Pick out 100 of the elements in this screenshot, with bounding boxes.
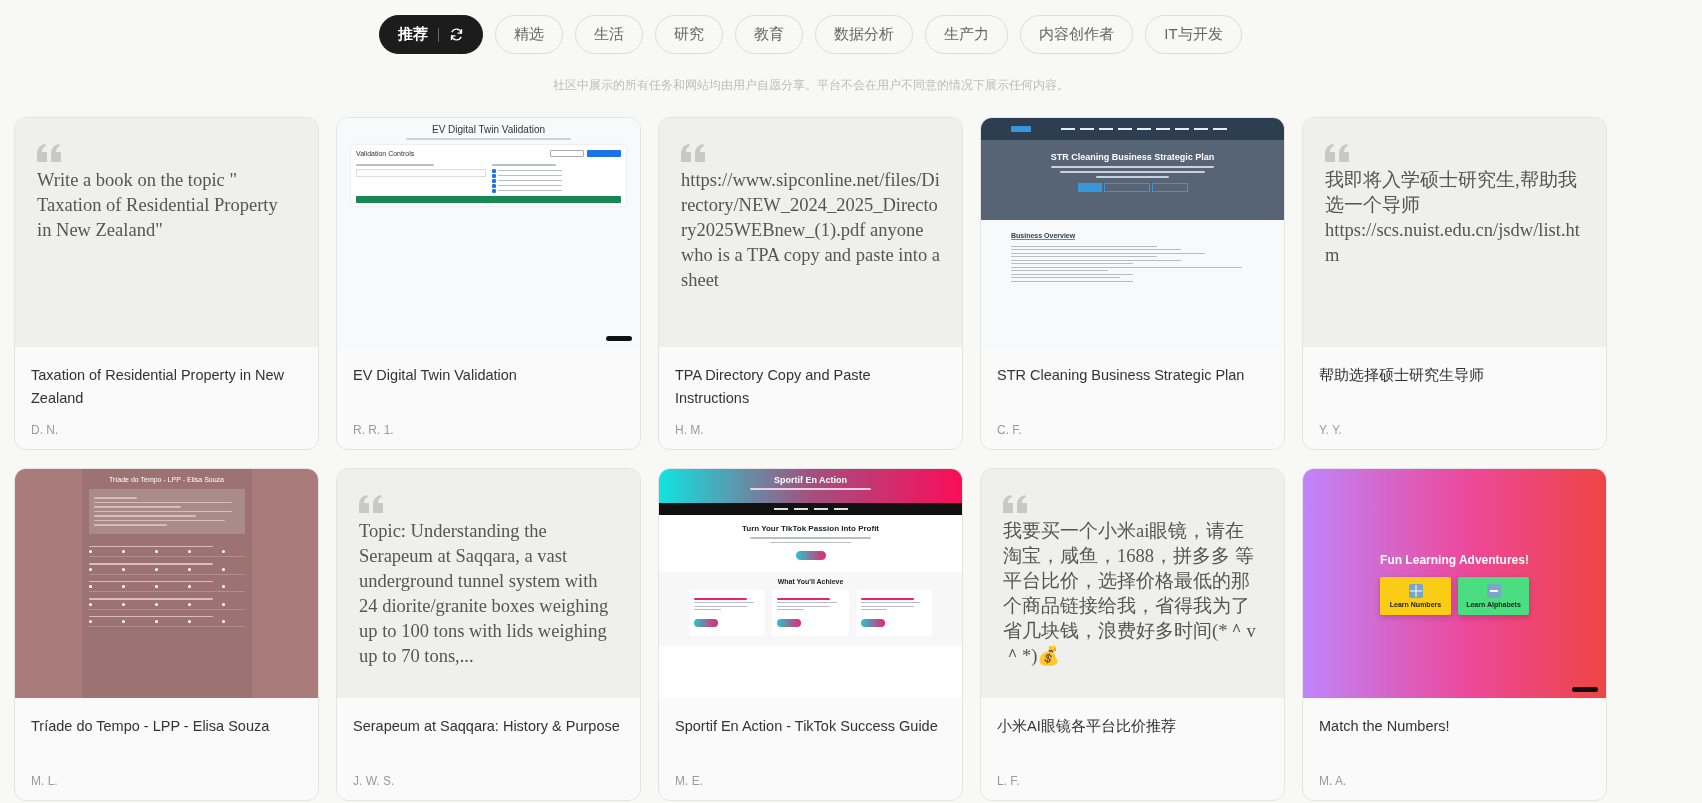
card-title: Serapeum at Saqqara: History & Purpose [353,717,621,736]
quote-icon [681,144,705,162]
card-title: EV Digital Twin Validation [353,366,518,385]
quote-icon [359,495,383,513]
nav-link [833,508,848,510]
radio-option [188,602,192,606]
card-title: 小米AI眼镜各平台比价推荐 [997,717,1177,736]
radio-option [121,550,125,553]
task-card[interactable]: 我即将入学硕士研究生,帮助我选一个导师 https://scs.nuist.edu.cn/jsdw/list.htm 帮助选择硕士研究生导师 Y. Y. [1302,117,1607,450]
radio-option [155,585,158,588]
preview-button [777,618,802,627]
preview-title: Fun Learning Adventures! [1380,552,1529,567]
task-card[interactable]: https://www.sipconline.net/files/Directory/NEW_2024_2025_Directory2025WEBnew_(1).pdf anyone who is a TPA copy and paste into a sheet TPA Directory Copy and Paste Instructions H. M. [658,117,963,450]
preview-button [1151,183,1188,192]
radio-option [221,585,225,588]
author-initials: H. M. [675,423,705,437]
text-line [860,597,914,600]
radio-option [221,620,225,623]
text-line [860,602,921,603]
preview-title: EV Digital Twin Validation [431,124,546,135]
text-line [860,605,914,607]
quote-icon [1325,144,1349,162]
nav-link [773,508,788,510]
radio-option [188,620,192,623]
task-card[interactable]: Write a book on the topic " Taxation of Residential Property in New Zealand" Taxation of Residential Property in New Zealand D. N. [14,117,319,450]
text-line [497,189,563,192]
card-title: Tríade do Tempo - LPP - Elisa Souza [31,717,271,736]
author-initials: J. W. S. [353,774,396,788]
text-line [777,602,837,603]
radio-option [188,567,192,571]
author-initials: Y. Y. [1319,423,1343,437]
preview-title: STR Cleaning Business Strategic Plan [1049,152,1216,162]
prompt-text: 我要买一个小米ai眼镜，请在淘宝，咸鱼，1688，拼多多 等平台比价，选择价格最低的那个商品链接给我，省得我为了省几块钱，浪费好多时间(*＾v＾*)💰 [1003,520,1257,668]
nav-link [1118,128,1132,130]
author-initials: C. F. [997,423,1023,437]
text-line [694,597,748,600]
radio-option [221,550,225,553]
nav-link [1080,128,1094,130]
text-line [497,174,563,177]
preview-title: Sportif En Action [772,475,849,485]
radio-option [188,550,192,553]
author-initials: R. R. 1. [353,423,395,437]
text-line [497,179,563,182]
card-title: TPA Directory Copy and Paste Instructions [675,366,872,408]
radio-option [121,567,125,571]
preview-headline: Turn Your TikTok Passion Into Profit [740,524,880,533]
radio-option [221,602,225,606]
refresh-icon[interactable] [449,27,465,42]
prompt-text: Topic: Understanding the Serapeum at Saqqara, a vast underground tunnel system with 24 diorite/granite boxes weighing up to 100 tons with lids weighing up to 70 tons,... [359,520,610,668]
card-title: Taxation of Residential Property in New Zealand [31,366,286,408]
quote-icon [1003,495,1027,513]
corner-badge [606,336,632,341]
radio-option [188,585,192,588]
radio-option [88,567,92,571]
prompt-text: Write a book on the topic " Taxation of Residential Property in New Zealand" [37,169,279,242]
text-line [777,597,831,600]
prompt-text: https://www.sipconline.net/files/Directory/NEW_2024_2025_Directory2025WEBnew_(1).pdf anyone who is a TPA copy and paste into a sheet [681,169,940,292]
radio-option [121,585,125,588]
preview-button [550,150,584,157]
nav-link [1213,128,1227,130]
text-line [694,605,748,607]
radio-option [121,620,125,623]
card-title: Match the Numbers! [1319,717,1451,736]
radio-option [88,550,92,553]
preview-button [795,551,826,560]
card-title: STR Cleaning Business Strategic Plan [997,366,1246,385]
author-initials: M. A. [1319,774,1348,788]
nav-link [1061,128,1075,130]
nav-link [1194,128,1208,130]
text-line [694,602,754,603]
radio-option [155,602,158,606]
text-line [777,605,831,607]
task-card[interactable]: 我要买一个小米ai眼镜，请在淘宝，咸鱼，1688，拼多多 等平台比价，选择价格最低的那个商品链接给我，省得我为了省几块钱，浪费好多时间(*＾v＾*)💰 小米AI眼镜各平台比价推荐 L. F. [980,468,1285,801]
text-line [497,184,563,187]
prompt-text: 我即将入学硕士研究生,帮助我选一个导师 https://scs.nuist.edu.cn/jsdw/list.htm [1325,169,1581,267]
task-card[interactable] [336,468,641,801]
corner-badge [1572,687,1598,692]
radio-option [155,567,158,571]
nav-link [1137,128,1151,130]
text-line [491,164,557,166]
logo-mark [1011,126,1031,132]
quote-icon [37,144,61,162]
radio-option [221,567,225,571]
radio-option [121,602,125,606]
nav-link [813,508,828,510]
radio-option [88,585,92,588]
nav-link [1099,128,1113,130]
preview-button [694,618,718,627]
author-initials: M. E. [675,774,704,788]
radio-option [155,550,158,553]
radio-option [88,620,92,623]
card-title: 帮助选择硕士研究生导师 [1319,366,1485,385]
text-line [694,609,721,610]
text-line [93,497,138,499]
category-tab[interactable]: 推荐 [379,15,484,54]
nav-link [1156,128,1170,130]
radio-option [88,602,92,606]
preview-button [860,618,885,627]
nav-link [793,508,808,510]
radio-option [155,620,158,623]
